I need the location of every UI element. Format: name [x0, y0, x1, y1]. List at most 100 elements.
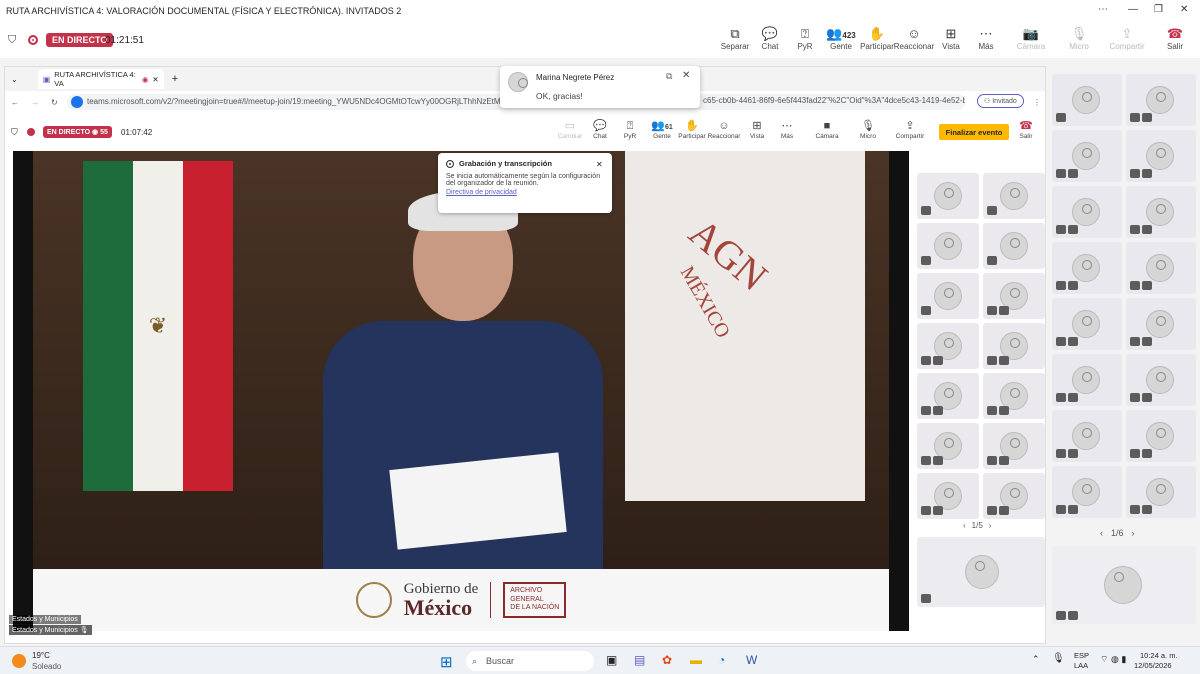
participant-tile[interactable]: [983, 423, 1045, 469]
participant-tile[interactable]: [1052, 466, 1122, 518]
participant-tile[interactable]: [917, 173, 979, 219]
participant-tile[interactable]: [1126, 466, 1196, 518]
close-icon[interactable]: ✕: [682, 70, 690, 81]
participant-tile[interactable]: [917, 323, 979, 369]
chat-toast[interactable]: Marina Negrete Pérez OK, gracias! ⧉ ✕: [500, 66, 700, 108]
taskbar-search[interactable]: ⌕ Buscar: [466, 651, 594, 671]
chevron-right-icon[interactable]: ›: [989, 521, 992, 530]
participant-tile[interactable]: [917, 473, 979, 519]
participant-tile[interactable]: [1126, 354, 1196, 406]
participant-tile[interactable]: [1126, 74, 1196, 126]
participant-tile[interactable]: [983, 173, 1045, 219]
teams-icon[interactable]: ▤: [634, 653, 645, 667]
word-icon[interactable]: W: [746, 653, 757, 667]
language-layout[interactable]: LAA: [1074, 661, 1088, 670]
chevron-left-icon[interactable]: ‹: [963, 521, 966, 530]
participant-tile[interactable]: [1126, 186, 1196, 238]
close-tab-icon[interactable]: ✕: [152, 75, 158, 84]
mic-button[interactable]: 🎙 Micro: [853, 120, 883, 144]
share-button[interactable]: ⇪ Compartir: [895, 120, 925, 144]
cambiar-button[interactable]: ▭ Cambiar: [555, 120, 585, 144]
participant-tile[interactable]: [1052, 74, 1122, 126]
participant-label: Estados y Municipios: [9, 615, 81, 624]
folder-icon[interactable]: ▬: [690, 653, 702, 667]
participant-tile[interactable]: [917, 373, 979, 419]
participant-tile[interactable]: [1052, 354, 1122, 406]
wifi-icon[interactable]: ⌔ ◍ ▮: [1100, 654, 1126, 665]
back-icon[interactable]: ←: [11, 98, 19, 107]
participant-tile[interactable]: [917, 423, 979, 469]
reaccionar-button[interactable]: ☺ Reaccionar: [708, 120, 741, 144]
chevron-left-icon[interactable]: ‹: [1100, 528, 1103, 538]
mic-button[interactable]: 🎙 Micro: [1058, 26, 1100, 56]
leave-button[interactable]: ☎ Salir: [1154, 26, 1196, 56]
participant-tile[interactable]: [1052, 186, 1122, 238]
participant-tile[interactable]: [917, 273, 979, 319]
record-icon: [446, 159, 454, 168]
more-icon[interactable]: ⋮: [1033, 98, 1041, 107]
chevron-down-icon[interactable]: ⌄: [11, 75, 18, 84]
mas-button[interactable]: ⋯ Más: [965, 26, 1007, 56]
vista-button[interactable]: ⊞ Vista: [742, 120, 772, 144]
reload-icon[interactable]: ↻: [51, 98, 58, 107]
participar-button[interactable]: ✋ Participar: [856, 26, 898, 56]
participant-tile[interactable]: [983, 473, 1045, 519]
hangup-icon: ☎: [1166, 26, 1184, 41]
participant-tile[interactable]: [1052, 410, 1122, 462]
clock-time[interactable]: 10:24 a. m.: [1140, 651, 1178, 660]
people-button[interactable]: 👥61 Gente: [647, 120, 677, 144]
qa-button[interactable]: ⍰ PyR: [615, 120, 645, 144]
copilot-icon[interactable]: ✿: [662, 653, 672, 667]
task-view-icon[interactable]: ▣: [606, 653, 617, 667]
participant-tile[interactable]: [983, 273, 1045, 319]
chat-button[interactable]: 💬 Chat: [585, 120, 615, 144]
self-view-tile[interactable]: [917, 537, 1045, 607]
camera-button[interactable]: 📷 Cámara: [1010, 26, 1052, 56]
camera-button[interactable]: ■ Cámara: [812, 120, 842, 144]
close-button[interactable]: ✕: [1180, 4, 1188, 15]
new-tab-button[interactable]: +: [172, 73, 178, 85]
share-icon: ⇪: [1121, 26, 1133, 41]
leave-button[interactable]: ☎ Salir: [1011, 120, 1041, 144]
inner-gallery-pager: ‹ 1/5 ›: [963, 521, 992, 530]
participant-tile[interactable]: [1052, 298, 1122, 350]
profile-button[interactable]: ⚇ Invitado: [977, 94, 1024, 108]
participant-tile[interactable]: [983, 223, 1045, 269]
grid-icon: ⊞: [752, 120, 762, 132]
more-icon[interactable]: ⋯: [1098, 4, 1108, 15]
chevron-up-icon[interactable]: ⌃: [1032, 654, 1040, 665]
privacy-link[interactable]: Directiva de privacidad: [446, 189, 604, 196]
clock-date[interactable]: 12/05/2026: [1134, 661, 1172, 670]
participant-tile[interactable]: [983, 323, 1045, 369]
maximize-button[interactable]: ❐: [1154, 4, 1163, 15]
minimize-button[interactable]: —: [1128, 4, 1138, 15]
participant-tile[interactable]: [1126, 410, 1196, 462]
mic-off-icon[interactable]: 🎙: [1052, 653, 1065, 664]
mic-off-icon: [1142, 113, 1152, 122]
self-view-tile[interactable]: [1052, 546, 1196, 624]
participant-tile[interactable]: [1052, 130, 1122, 182]
participant-tile[interactable]: [917, 223, 979, 269]
participant-tile[interactable]: [983, 373, 1045, 419]
windows-start-icon[interactable]: ⊞: [440, 653, 453, 671]
participar-button[interactable]: ✋ Participar: [677, 120, 707, 144]
signal-icon: [1056, 611, 1066, 620]
camera-off-icon: [1056, 169, 1066, 178]
main-video[interactable]: ❦ AGN MÉXICO Gobierno de México ARCHIVO GE…: [13, 151, 909, 631]
share-button[interactable]: ⇪ Compartir: [1106, 26, 1148, 56]
forward-icon[interactable]: →: [31, 98, 39, 107]
participant-tile[interactable]: [1126, 242, 1196, 294]
reaccionar-button[interactable]: ☺ Reaccionar: [893, 26, 935, 56]
browser-tab[interactable]: ▣ RUTA ARCHIVÍSTICA 4: VA ◉ ✕: [37, 69, 164, 89]
close-icon[interactable]: ✕: [596, 160, 603, 169]
pop-out-icon[interactable]: ⧉: [666, 71, 672, 82]
participant-tile[interactable]: [1126, 130, 1196, 182]
language-code[interactable]: ESP: [1074, 651, 1089, 660]
edge-icon[interactable]: ◔: [718, 653, 725, 667]
end-event-button[interactable]: Finalizar evento: [939, 124, 1009, 140]
participant-tile[interactable]: [1126, 298, 1196, 350]
mic-off-icon: [987, 256, 997, 265]
chevron-right-icon[interactable]: ›: [1132, 528, 1135, 538]
mas-button[interactable]: ⋯ Más: [772, 120, 802, 144]
participant-tile[interactable]: [1052, 242, 1122, 294]
